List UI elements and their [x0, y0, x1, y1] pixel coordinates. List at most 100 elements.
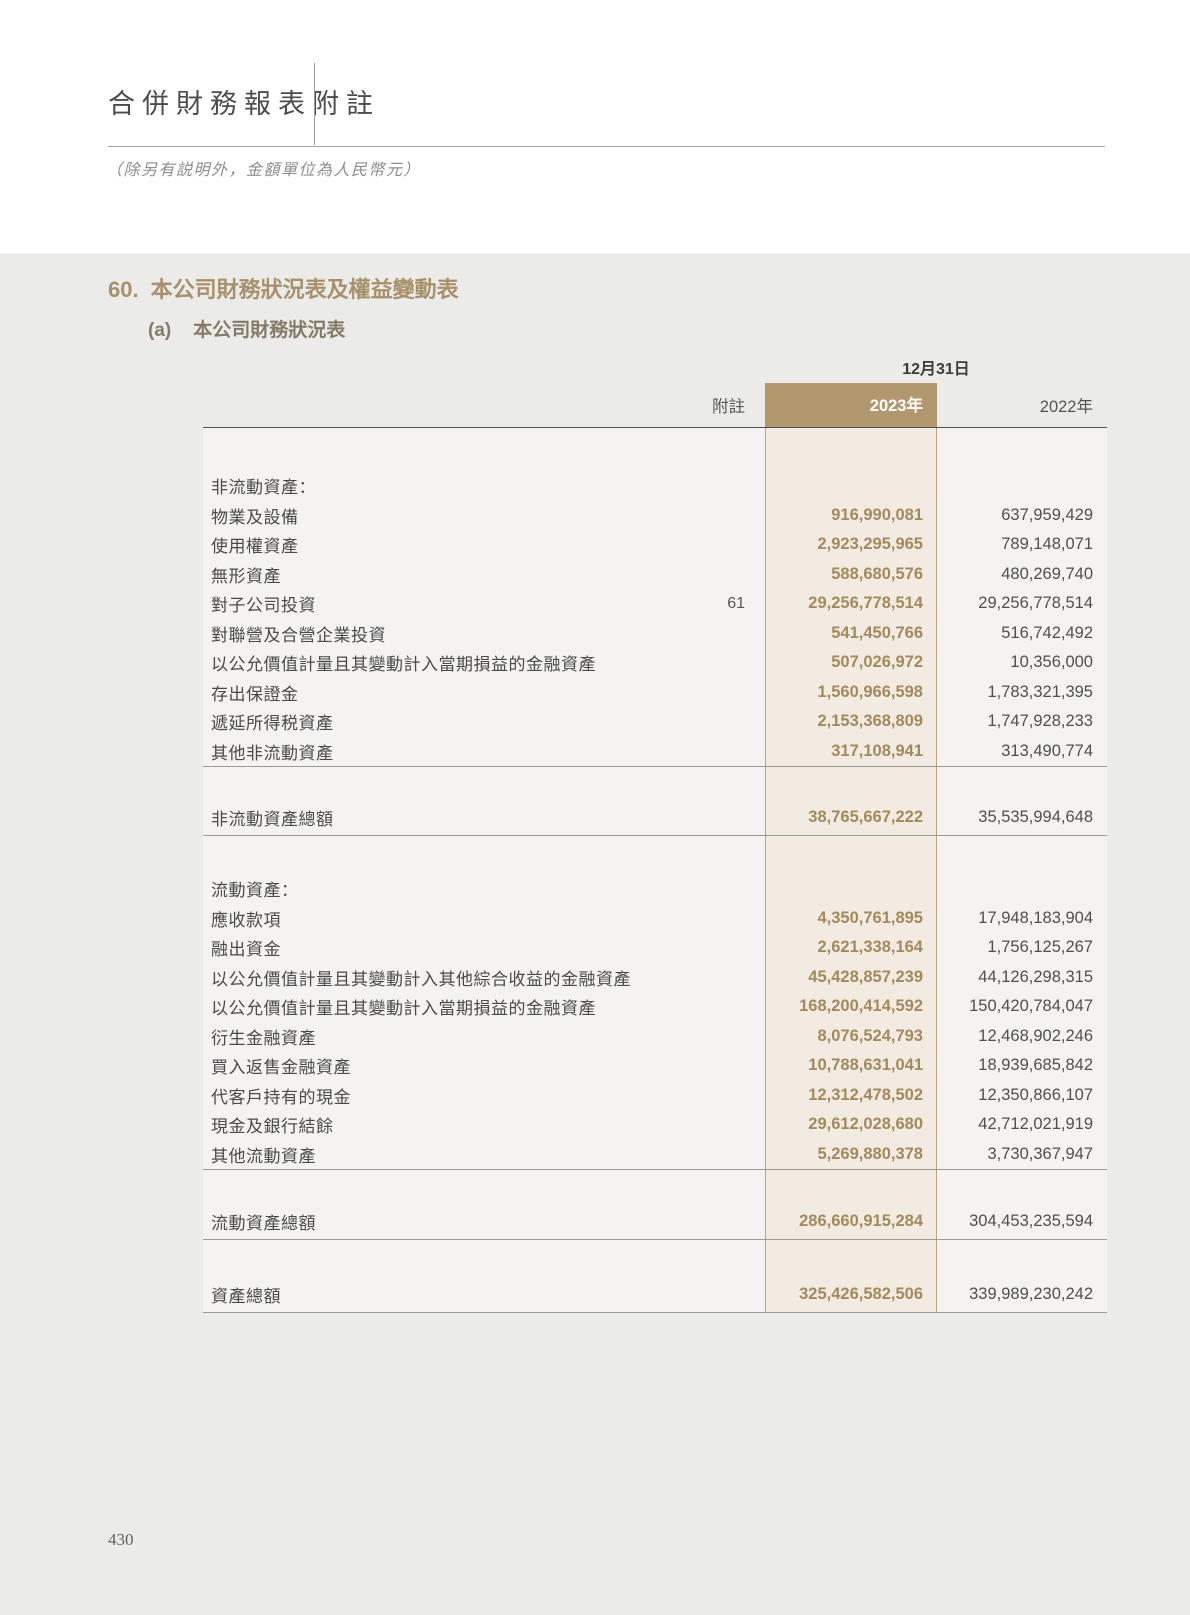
- row-label: 買入返售金融資產: [203, 1053, 665, 1078]
- table-row: 其他非流動資產317,108,941313,490,774: [203, 737, 1107, 767]
- row-label: 存出保證金: [203, 680, 665, 705]
- value-2022: 3,730,367,947: [937, 1145, 1107, 1164]
- table-total-row: 資產總額325,426,582,506339,989,230,242: [203, 1276, 1107, 1312]
- value-2023: 541,450,766: [765, 624, 937, 643]
- title-horizontal-rule: [108, 146, 1105, 147]
- row-label: 非流動資產總額: [203, 805, 665, 830]
- row-spacer: [203, 767, 1107, 799]
- row-label: 遞延所得税資產: [203, 709, 665, 734]
- value-2023: 2,621,338,164: [765, 938, 937, 957]
- title-vertical-divider: [314, 63, 315, 145]
- currency-note: （除另有説明外，金額單位為人民幣元）: [106, 156, 421, 180]
- value-2023: 45,428,857,239: [765, 968, 937, 987]
- row-label: 以公允價值計量且其變動計入當期損益的金融資產: [203, 994, 665, 1019]
- value-2022: 637,959,429: [937, 506, 1107, 525]
- value-2022: 29,256,778,514: [937, 594, 1107, 613]
- row-label: 流動資產：: [203, 876, 665, 901]
- table-row: 使用權資產2,923,295,965789,148,071: [203, 530, 1107, 560]
- table-section-row: 非流動資產：: [203, 471, 1107, 501]
- row-label: 非流動資產：: [203, 473, 665, 498]
- value-2023: 8,076,524,793: [765, 1027, 937, 1046]
- value-2022: 150,420,784,047: [937, 997, 1107, 1016]
- statement-of-financial-position-table: 12月31日 附註 2023年 2022年 非流動資產： 物業及設備 916,990…: [203, 355, 1107, 1313]
- value-2022: 17,948,183,904: [937, 909, 1107, 928]
- row-label: 現金及銀行結餘: [203, 1112, 665, 1137]
- value-2023: 317,108,941: [765, 742, 937, 761]
- table-row: 以公允價值計量且其變動計入當期損益的金融資產 168,200,414,592150…: [203, 992, 1107, 1022]
- value-2023: 2,923,295,965: [765, 535, 937, 554]
- subsection-heading: (a)本公司財務狀況表: [148, 315, 345, 342]
- table-row: 物業及設備 916,990,081637,959,429: [203, 501, 1107, 531]
- row-label: 融出資金: [203, 935, 665, 960]
- table-row: 無形資產 588,680,576480,269,740: [203, 560, 1107, 590]
- row-divider: [203, 1312, 1107, 1313]
- row-label: 物業及設備: [203, 503, 665, 528]
- note-column-header: 附註: [665, 393, 745, 427]
- value-2022: 42,712,021,919: [937, 1115, 1107, 1134]
- report-page: 合併財務報表附註 （除另有説明外，金額單位為人民幣元） 60. 本公司財務狀況表及…: [0, 0, 1190, 1615]
- row-label: 對聯營及合營企業投資: [203, 621, 665, 646]
- row-label: 其他流動資產: [203, 1142, 665, 1167]
- table-body: 非流動資產： 物業及設備 916,990,081637,959,429 使用權資產 2,…: [203, 427, 1107, 1313]
- table-section-row: 流動資產：: [203, 874, 1107, 904]
- value-2022: 12,350,866,107: [937, 1086, 1107, 1105]
- page-number: 430: [108, 1530, 134, 1550]
- value-2022: 516,742,492: [937, 624, 1107, 643]
- table-total-row: 非流動資產總額38,765,667,22235,535,994,648: [203, 799, 1107, 835]
- value-2022: 18,939,685,842: [937, 1056, 1107, 1075]
- column-header-2022: 2022年: [937, 393, 1107, 427]
- value-2022: 1,747,928,233: [937, 712, 1107, 731]
- section-number: 60.: [108, 277, 139, 302]
- row-label: 其他非流動資產: [203, 739, 665, 764]
- row-note: 61: [665, 595, 745, 613]
- value-2022: 1,783,321,395: [937, 683, 1107, 702]
- value-2023: 286,660,915,284: [765, 1212, 937, 1231]
- section-title: 本公司財務狀況表及權益變動表: [151, 277, 459, 302]
- date-column-group-header: 12月31日: [765, 355, 1107, 379]
- subsection-number: (a): [148, 320, 171, 341]
- row-label: 以公允價值計量且其變動計入其他綜合收益的金融資產: [203, 965, 665, 990]
- value-2023: 4,350,761,895: [765, 909, 937, 928]
- value-2023: 168,200,414,592: [765, 997, 937, 1016]
- value-2023: 38,765,667,222: [765, 808, 937, 827]
- column-header-row: 附註 2023年 2022年: [203, 383, 1107, 427]
- value-2022: 480,269,740: [937, 565, 1107, 584]
- value-2022: 339,989,230,242: [937, 1285, 1107, 1304]
- row-label: 應收款項: [203, 906, 665, 931]
- table-row: 應收款項 4,350,761,89517,948,183,904: [203, 904, 1107, 934]
- value-2023: 2,153,368,809: [765, 712, 937, 731]
- value-2023: 588,680,576: [765, 565, 937, 584]
- value-2023: 507,026,972: [765, 653, 937, 672]
- document-title: 合併財務報表附註: [108, 82, 380, 121]
- value-2022: 1,756,125,267: [937, 938, 1107, 957]
- row-spacer: [203, 836, 1107, 874]
- table-row: 融出資金 2,621,338,1641,756,125,267: [203, 933, 1107, 963]
- value-2023: 29,612,028,680: [765, 1115, 937, 1134]
- table-row: 代客戶持有的現金 12,312,478,50212,350,866,107: [203, 1081, 1107, 1111]
- table-row: 遞延所得税資產 2,153,368,8091,747,928,233: [203, 707, 1107, 737]
- row-spacer: [203, 1240, 1107, 1276]
- table-row: 對子公司投資6129,256,778,51429,256,778,514: [203, 589, 1107, 619]
- row-spacer: [203, 428, 1107, 471]
- value-2023: 325,426,582,506: [765, 1285, 937, 1304]
- value-2023: 29,256,778,514: [765, 594, 937, 613]
- value-2022: 10,356,000: [937, 653, 1107, 672]
- value-2022: 12,468,902,246: [937, 1027, 1107, 1046]
- table-row: 以公允價值計量且其變動計入當期損益的金融資產 507,026,97210,356,…: [203, 648, 1107, 678]
- row-label: 流動資產總額: [203, 1209, 665, 1234]
- page-header-band: 合併財務報表附註 （除另有説明外，金額單位為人民幣元）: [0, 0, 1190, 253]
- row-label: 使用權資產: [203, 532, 665, 557]
- table-total-row: 流動資產總額286,660,915,284304,453,235,594: [203, 1203, 1107, 1239]
- value-2022: 44,126,298,315: [937, 968, 1107, 987]
- table-row: 存出保證金 1,560,966,5981,783,321,395: [203, 678, 1107, 708]
- row-label: 以公允價值計量且其變動計入當期損益的金融資產: [203, 650, 665, 675]
- value-2023: 12,312,478,502: [765, 1086, 937, 1105]
- row-label: 代客戶持有的現金: [203, 1083, 665, 1108]
- row-label: 無形資產: [203, 562, 665, 587]
- value-2023: 1,560,966,598: [765, 683, 937, 702]
- table-row: 買入返售金融資產10,788,631,04118,939,685,842: [203, 1051, 1107, 1081]
- section-heading: 60. 本公司財務狀況表及權益變動表: [108, 272, 459, 304]
- value-2023: 916,990,081: [765, 506, 937, 525]
- column-header-2023: 2023年: [765, 383, 937, 427]
- row-label: 衍生金融資產: [203, 1024, 665, 1049]
